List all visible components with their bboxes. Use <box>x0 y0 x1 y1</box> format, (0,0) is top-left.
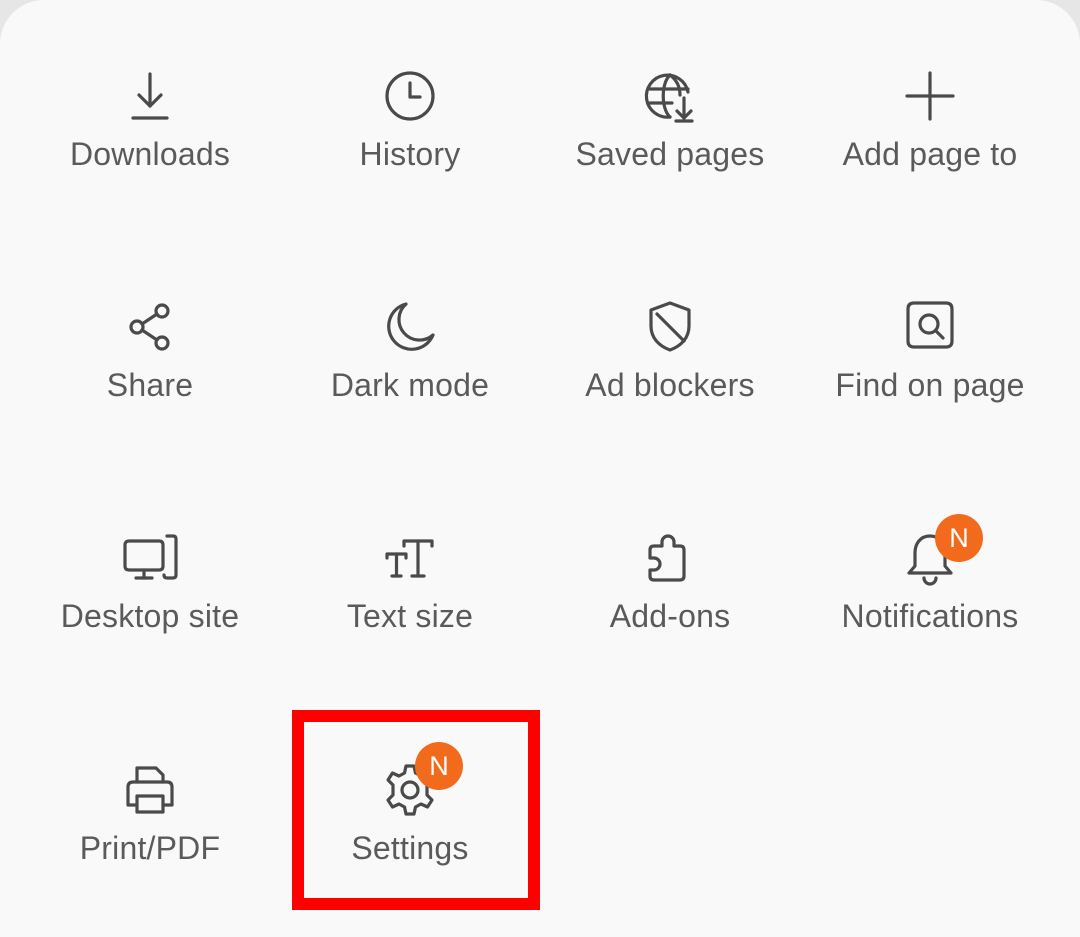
puzzle-icon <box>642 530 698 586</box>
menu-item-saved-pages[interactable]: Saved pages <box>540 68 800 198</box>
menu-item-history[interactable]: History <box>280 68 540 198</box>
plus-icon <box>902 68 958 124</box>
browser-menu-sheet: Downloads History Saved pages Add page t… <box>0 0 1080 937</box>
menu-item-label: Dark mode <box>330 367 490 403</box>
menu-item-dark-mode[interactable]: Dark mode <box>280 299 540 429</box>
find-page-icon <box>902 299 958 355</box>
menu-item-print-pdf[interactable]: Print/PDF <box>20 762 280 892</box>
moon-icon <box>382 299 438 355</box>
menu-item-label: Add page to <box>842 136 1018 172</box>
menu-item-label: History <box>359 136 461 172</box>
menu-item-label: Desktop site <box>60 598 240 634</box>
menu-item-label: Settings <box>351 830 469 866</box>
menu-item-label: Ad blockers <box>585 367 755 403</box>
menu-item-label: Notifications <box>841 598 1019 634</box>
printer-icon <box>122 762 178 818</box>
menu-item-label: Find on page <box>835 367 1025 403</box>
menu-item-label: Text size <box>346 598 474 634</box>
share-icon <box>122 299 178 355</box>
menu-item-ad-blockers[interactable]: Ad blockers <box>540 299 800 429</box>
settings-badge: N <box>415 742 463 790</box>
menu-item-label: Print/PDF <box>79 830 221 866</box>
menu-item-share[interactable]: Share <box>20 299 280 429</box>
desktop-icon <box>122 530 178 586</box>
text-size-icon <box>382 530 438 586</box>
shield-icon <box>642 299 698 355</box>
menu-item-notifications[interactable]: Notifications N <box>800 514 1060 660</box>
menu-item-desktop-site[interactable]: Desktop site <box>20 530 280 660</box>
menu-item-label: Add-ons <box>609 598 731 634</box>
menu-item-add-page-to[interactable]: Add page to <box>800 68 1060 198</box>
download-icon <box>122 68 178 124</box>
globe-download-icon <box>642 68 698 124</box>
menu-item-label: Downloads <box>69 136 231 172</box>
notification-badge: N <box>935 514 983 562</box>
menu-item-label: Saved pages <box>575 136 765 172</box>
menu-item-add-ons[interactable]: Add-ons <box>540 530 800 660</box>
menu-item-find-on-page[interactable]: Find on page <box>800 299 1060 429</box>
menu-item-settings[interactable]: Settings N <box>280 742 540 892</box>
menu-item-downloads[interactable]: Downloads <box>20 68 280 198</box>
menu-item-text-size[interactable]: Text size <box>280 530 540 660</box>
clock-icon <box>382 68 438 124</box>
menu-item-label: Share <box>106 367 194 403</box>
